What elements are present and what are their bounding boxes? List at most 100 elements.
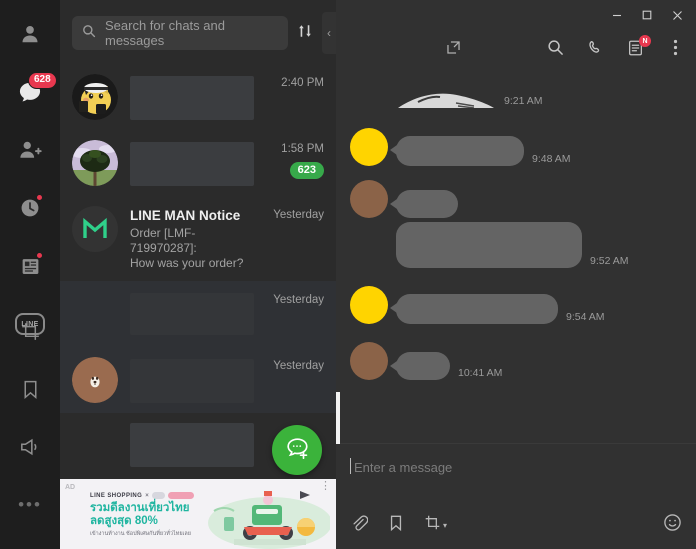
message-bubble — [390, 294, 558, 324]
sidebar-item-chats[interactable]: 628 — [8, 70, 57, 114]
message-timestamp: 9:48 AM — [532, 153, 571, 165]
maximize-button[interactable] — [632, 2, 662, 28]
chat-menu-button[interactable] — [664, 39, 686, 61]
redacted-name — [130, 293, 254, 335]
scrollbar-edge[interactable] — [336, 392, 340, 444]
voice-call-button[interactable] — [584, 39, 606, 61]
avatar — [72, 74, 118, 120]
banner-ad[interactable]: AD ⋮ LINE SHOPPING × รวมดีลงานเที่ยวไทย … — [60, 479, 336, 549]
message-input[interactable]: Enter a message — [350, 444, 682, 475]
list-item-meta — [266, 421, 324, 424]
message-row: 10:41 AM — [350, 342, 682, 380]
smiley-icon — [663, 513, 682, 537]
avatar[interactable] — [350, 286, 388, 324]
keep-button[interactable] — [388, 514, 404, 537]
sidebar-item-screenshot[interactable] — [8, 309, 52, 353]
person-icon — [19, 23, 41, 45]
list-item-line-man-notice[interactable]: LINE MAN Notice Order [LMF-719970287]: H… — [60, 196, 336, 281]
chevron-down-icon: ▾ — [443, 520, 448, 530]
collapse-list-button[interactable]: ‹ — [322, 12, 336, 54]
maximize-icon — [642, 10, 652, 20]
search-in-chat-button[interactable] — [544, 39, 566, 61]
search-input[interactable]: Search for chats and messages — [72, 16, 288, 50]
list-item-content — [130, 357, 254, 403]
minimize-icon — [613, 14, 621, 17]
open-in-new-window-button[interactable] — [442, 39, 464, 61]
crop-icon — [20, 321, 41, 342]
list-item-content — [130, 291, 254, 335]
screen-capture-button[interactable]: ▾ — [424, 514, 447, 536]
message-row: 9:52 AM — [350, 222, 682, 268]
banner-brand: LINE SHOPPING × — [90, 492, 195, 499]
list-item-content — [130, 140, 254, 186]
search-placeholder: Search for chats and messages — [105, 18, 225, 48]
timestamp: Yesterday — [273, 209, 324, 221]
timestamp: 2:40 PM — [281, 77, 324, 89]
list-item-content — [130, 421, 254, 467]
emoji-picker-button[interactable] — [663, 513, 682, 537]
banner-brand-name: LINE SHOPPING — [90, 492, 143, 499]
crop-icon — [424, 514, 441, 536]
banner-headline-2: ลดสูงสุด 80% — [90, 515, 158, 527]
banner-brand-separator: × — [145, 492, 150, 499]
list-item-meta: 1:58 PM 623 — [266, 140, 324, 179]
close-icon — [672, 10, 682, 20]
list-item-preview-line2: How was your order? — [130, 256, 244, 270]
sort-arrows-icon — [297, 23, 313, 44]
sidebar-item-more[interactable]: ••• — [8, 483, 52, 527]
message-composer: Enter a message ▾ — [336, 392, 696, 549]
ad-label: AD — [65, 484, 76, 491]
chat-rows: 2:40 PM 1:58 PM 623 LINE MAN Notice Orde… — [60, 64, 336, 549]
sidebar-item-keep[interactable] — [8, 367, 52, 411]
list-item-meta: 2:40 PM — [266, 74, 324, 89]
attach-file-button[interactable] — [350, 514, 369, 537]
window-titlebar — [336, 0, 696, 30]
message-timestamp: 9:21 AM — [504, 95, 543, 107]
close-button[interactable] — [662, 2, 692, 28]
banner-artwork — [208, 491, 330, 549]
sidebar-item-timeline[interactable] — [8, 186, 52, 230]
paperclip-icon — [350, 514, 369, 537]
message-bubble — [390, 190, 458, 218]
rail-bottom-group: ••• — [0, 309, 60, 541]
redacted-name — [130, 423, 254, 467]
sidebar-item-announcements[interactable] — [8, 425, 52, 469]
minimize-button[interactable] — [602, 2, 632, 28]
avatar — [72, 421, 118, 467]
list-item[interactable]: 1:58 PM 623 — [60, 130, 336, 196]
notes-button[interactable]: N — [624, 35, 651, 61]
rail-top-group: 628 LINE — [8, 0, 57, 360]
message-row: 9:54 AM — [350, 286, 682, 324]
sidebar-item-add-friends[interactable] — [8, 128, 52, 172]
sidebar-item-news[interactable] — [8, 244, 52, 288]
list-item[interactable]: 2:40 PM — [60, 64, 336, 130]
list-item[interactable]: Yesterday — [60, 347, 336, 413]
avatar[interactable] — [350, 128, 388, 166]
left-icon-rail: 628 LINE ••• — [0, 0, 60, 549]
phone-icon — [587, 39, 604, 61]
redacted-name — [130, 359, 254, 403]
unread-badge: 623 — [289, 162, 324, 179]
message-timestamp: 9:52 AM — [590, 255, 629, 267]
message-bubble — [396, 222, 582, 268]
avatar[interactable] — [350, 180, 388, 218]
message-bubble — [390, 352, 450, 380]
sidebar-item-profile[interactable] — [8, 12, 52, 56]
list-item-preview-line1: Order [LMF-719970287]: — [130, 226, 197, 255]
message-list[interactable]: 9:21 AM 9:48 AM 9:52 AM 9:54 AM 10:41 AM — [336, 70, 696, 443]
news-notification-dot — [36, 252, 43, 259]
sort-chats-button[interactable] — [294, 19, 316, 47]
list-item[interactable]: Yesterday — [60, 281, 336, 347]
composer-toolbar: ▾ — [350, 513, 682, 537]
avatar — [72, 291, 118, 337]
list-item-meta: Yesterday — [266, 357, 324, 372]
message-timestamp: 10:41 AM — [458, 367, 503, 379]
brown-bear-avatar-icon — [72, 357, 118, 403]
redacted-name — [130, 76, 254, 120]
conversation-panel: N 9:21 AM 9:48 AM 9:52 AM 9:54 AM 10:41 … — [336, 0, 696, 549]
avatar[interactable] — [350, 342, 388, 380]
new-chat-button[interactable] — [272, 425, 322, 475]
avatar — [72, 206, 118, 252]
sticker-clipped — [396, 92, 496, 108]
list-item-meta: Yesterday — [266, 206, 324, 221]
